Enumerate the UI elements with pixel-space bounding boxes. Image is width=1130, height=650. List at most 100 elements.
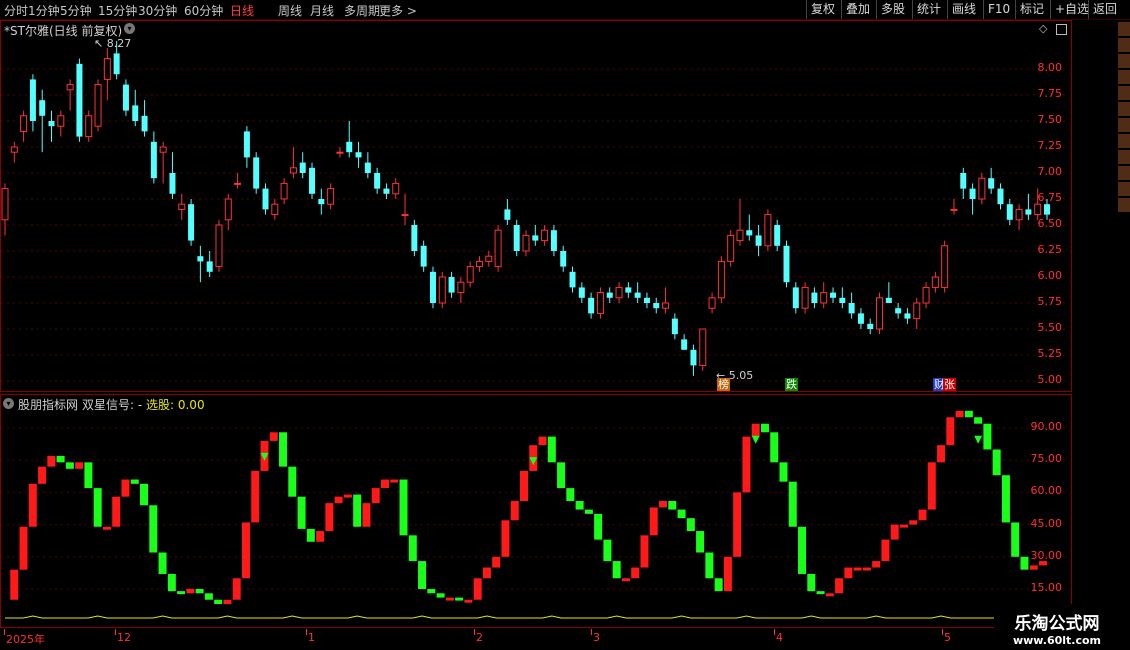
candle-body bbox=[327, 188, 335, 205]
signal-bar bbox=[325, 503, 334, 532]
baseline-line bbox=[5, 615, 1043, 619]
period-tab-6[interactable]: 日线 bbox=[230, 2, 254, 19]
indicator-tick: 45.00 bbox=[1030, 516, 1063, 530]
candle-body bbox=[66, 84, 74, 91]
candle-body bbox=[1015, 208, 1023, 221]
side-tabs-strip[interactable] bbox=[1118, 20, 1130, 628]
price-tick: 7.75 bbox=[1037, 87, 1063, 100]
toolbar-button-3[interactable]: 统计 bbox=[912, 0, 945, 19]
signal-bar bbox=[557, 462, 566, 489]
toolbar-button-7[interactable]: +自选 bbox=[1050, 0, 1093, 19]
signal-bar bbox=[1020, 556, 1029, 570]
signal-bar bbox=[223, 599, 232, 605]
signal-bar bbox=[946, 417, 955, 446]
candle-body bbox=[243, 131, 250, 158]
candle-body bbox=[224, 198, 232, 221]
signal-bar bbox=[334, 496, 343, 504]
candle-body bbox=[764, 214, 772, 247]
signal-bar bbox=[362, 503, 371, 527]
candle-body bbox=[159, 146, 167, 153]
candle-body bbox=[411, 225, 418, 251]
signal-bar bbox=[158, 552, 167, 574]
toolbar-button-1[interactable]: 叠加 bbox=[841, 0, 874, 19]
signal-bar bbox=[10, 569, 19, 600]
signal-bar bbox=[927, 462, 936, 510]
toolbar-button-6[interactable]: 标记 bbox=[1015, 0, 1048, 19]
toolbar-button-5[interactable]: F10 bbox=[983, 0, 1014, 19]
candle-body bbox=[85, 115, 93, 138]
toolbar-button-8[interactable]: 返回 bbox=[1088, 0, 1121, 19]
signal-bar bbox=[121, 479, 130, 497]
signal-bar bbox=[547, 436, 556, 463]
signal-bar bbox=[705, 552, 714, 579]
down-arrow-icon bbox=[974, 435, 983, 444]
period-tab-5[interactable]: 60分钟 bbox=[184, 2, 223, 19]
candle-body bbox=[76, 63, 83, 137]
marker-die[interactable]: 跌 bbox=[785, 378, 798, 391]
oscillator-chart[interactable] bbox=[0, 394, 1072, 628]
candle-body bbox=[578, 287, 585, 298]
candle-body bbox=[904, 313, 911, 319]
kline-panel[interactable]: *ST尔雅(日线 前复权) ▾ ◇ ↖ 8.27 ← 5.05 8.00 7.75… bbox=[0, 20, 1072, 392]
candle-body bbox=[792, 287, 799, 309]
candle-body bbox=[895, 308, 902, 314]
candle-body bbox=[318, 199, 325, 205]
marker-bang[interactable]: 榜 bbox=[717, 378, 730, 391]
time-tick bbox=[306, 629, 307, 635]
toolbar-button-4[interactable]: 画线 bbox=[947, 0, 980, 19]
price-tick: 5.00 bbox=[1037, 373, 1063, 386]
period-tab-1[interactable]: 1分钟 bbox=[28, 2, 60, 19]
candle-body bbox=[615, 286, 623, 299]
candle-body bbox=[690, 349, 697, 366]
candle-body bbox=[532, 235, 539, 241]
candle-body bbox=[383, 188, 390, 194]
candle-body bbox=[662, 302, 670, 309]
candle-body bbox=[206, 261, 213, 272]
signal-bar bbox=[594, 513, 603, 540]
signal-bar bbox=[195, 589, 204, 594]
candle-body bbox=[466, 266, 474, 283]
signal-bar bbox=[575, 500, 584, 510]
period-tab-0[interactable]: 分时 bbox=[4, 2, 28, 19]
candle-body bbox=[708, 297, 716, 309]
candle-body bbox=[504, 209, 511, 220]
candle-body bbox=[29, 79, 36, 121]
toolbar-button-2[interactable]: 多股 bbox=[876, 0, 909, 19]
candle-body bbox=[494, 229, 502, 268]
candle-body bbox=[1034, 203, 1042, 216]
period-tab-3[interactable]: 15分钟 bbox=[98, 2, 137, 19]
period-tab-10[interactable]: 更多 > bbox=[379, 2, 417, 19]
candle-body bbox=[103, 58, 111, 80]
candle-body bbox=[550, 230, 557, 251]
candlestick-chart[interactable] bbox=[0, 20, 1072, 392]
candle-body bbox=[1044, 204, 1050, 215]
candle-body bbox=[830, 292, 837, 298]
signal-bar bbox=[140, 483, 149, 506]
marker-zhang[interactable]: 张 bbox=[943, 378, 956, 391]
signal-bar bbox=[343, 494, 352, 498]
signal-bar bbox=[788, 481, 797, 527]
price-tick: 5.25 bbox=[1037, 347, 1063, 360]
candle-body bbox=[885, 297, 892, 303]
candle-body bbox=[234, 182, 242, 185]
site-watermark: 乐淘公式网 www.60lt.com bbox=[994, 604, 1120, 650]
signal-bar bbox=[279, 432, 288, 467]
indicator-panel[interactable]: ▾ 股朋指标网 双星信号: - 选股: 0.00 90.00 75.00 60.00… bbox=[0, 394, 1072, 628]
candle-body bbox=[671, 318, 678, 335]
indicator-tick: 75.00 bbox=[1030, 452, 1063, 466]
period-tab-7[interactable]: 周线 bbox=[278, 2, 302, 19]
signal-bar bbox=[520, 470, 528, 501]
signal-bar bbox=[427, 589, 436, 594]
signal-bar bbox=[937, 445, 946, 463]
period-tab-9[interactable]: 多周期 bbox=[344, 2, 380, 19]
signal-bar bbox=[566, 488, 575, 501]
signal-bar bbox=[492, 556, 501, 568]
time-label: 12 bbox=[117, 631, 131, 644]
period-tab-2[interactable]: 5分钟 bbox=[60, 2, 92, 19]
toolbar-button-0[interactable]: 复权 bbox=[806, 0, 839, 19]
period-tab-4[interactable]: 30分钟 bbox=[138, 2, 177, 19]
period-tab-8[interactable]: 月线 bbox=[310, 2, 334, 19]
signal-bar bbox=[974, 417, 983, 424]
candle-body bbox=[438, 276, 446, 304]
candle-body bbox=[801, 286, 809, 309]
